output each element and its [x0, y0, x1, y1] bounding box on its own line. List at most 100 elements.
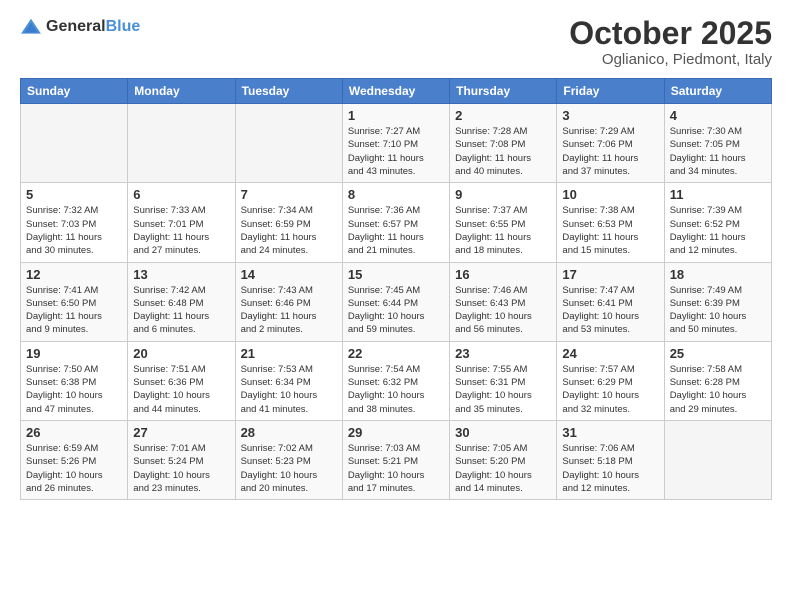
- day-info: Sunrise: 7:45 AM Sunset: 6:44 PM Dayligh…: [348, 284, 444, 337]
- calendar-cell: 16Sunrise: 7:46 AM Sunset: 6:43 PM Dayli…: [450, 262, 557, 341]
- day-number: 19: [26, 346, 122, 361]
- day-info: Sunrise: 6:59 AM Sunset: 5:26 PM Dayligh…: [26, 442, 122, 495]
- day-number: 1: [348, 108, 444, 123]
- day-info: Sunrise: 7:03 AM Sunset: 5:21 PM Dayligh…: [348, 442, 444, 495]
- day-number: 11: [670, 187, 766, 202]
- day-info: Sunrise: 7:54 AM Sunset: 6:32 PM Dayligh…: [348, 363, 444, 416]
- day-number: 25: [670, 346, 766, 361]
- calendar-cell: [21, 104, 128, 183]
- logo-blue: Blue: [106, 18, 141, 35]
- logo-text: GeneralBlue: [46, 18, 140, 36]
- day-info: Sunrise: 7:30 AM Sunset: 7:05 PM Dayligh…: [670, 125, 766, 178]
- day-info: Sunrise: 7:42 AM Sunset: 6:48 PM Dayligh…: [133, 284, 229, 337]
- col-sunday: Sunday: [21, 79, 128, 104]
- calendar-cell: 6 Sunrise: 7:33 AM Sunset: 7:01 PM Daylig…: [128, 183, 235, 262]
- day-info: Sunrise: 7:50 AM Sunset: 6:38 PM Dayligh…: [26, 363, 122, 416]
- day-number: 8: [348, 187, 444, 202]
- day-info: Sunrise: 7:06 AM Sunset: 5:18 PM Dayligh…: [562, 442, 658, 495]
- day-info: Sunrise: 7:36 AM Sunset: 6:57 PM Dayligh…: [348, 204, 444, 257]
- location: Oglianico, Piedmont, Italy: [569, 51, 772, 68]
- calendar-cell: 22 Sunrise: 7:54 AM Sunset: 6:32 PM Dayli…: [342, 341, 449, 420]
- calendar-cell: 27 Sunrise: 7:01 AM Sunset: 5:24 PM Dayli…: [128, 420, 235, 499]
- day-info: Sunrise: 7:01 AM Sunset: 5:24 PM Dayligh…: [133, 442, 229, 495]
- month-title: October 2025: [569, 16, 772, 51]
- calendar-week-2: 12Sunrise: 7:41 AM Sunset: 6:50 PM Dayli…: [21, 262, 772, 341]
- calendar-cell: 13 Sunrise: 7:42 AM Sunset: 6:48 PM Dayli…: [128, 262, 235, 341]
- day-number: 14: [241, 267, 337, 282]
- day-info: Sunrise: 7:39 AM Sunset: 6:52 PM Dayligh…: [670, 204, 766, 257]
- day-info: Sunrise: 7:49 AM Sunset: 6:39 PM Dayligh…: [670, 284, 766, 337]
- calendar-cell: 4Sunrise: 7:30 AM Sunset: 7:05 PM Daylig…: [664, 104, 771, 183]
- col-tuesday: Tuesday: [235, 79, 342, 104]
- calendar-cell: 28 Sunrise: 7:02 AM Sunset: 5:23 PM Dayli…: [235, 420, 342, 499]
- calendar-cell: 12Sunrise: 7:41 AM Sunset: 6:50 PM Dayli…: [21, 262, 128, 341]
- day-number: 7: [241, 187, 337, 202]
- day-number: 30: [455, 425, 551, 440]
- day-number: 29: [348, 425, 444, 440]
- calendar-cell: 26 Sunrise: 6:59 AM Sunset: 5:26 PM Dayli…: [21, 420, 128, 499]
- col-monday: Monday: [128, 79, 235, 104]
- day-number: 21: [241, 346, 337, 361]
- day-info: Sunrise: 7:32 AM Sunset: 7:03 PM Dayligh…: [26, 204, 122, 257]
- calendar-table: Sunday Monday Tuesday Wednesday Thursday…: [20, 78, 772, 500]
- day-info: Sunrise: 7:37 AM Sunset: 6:55 PM Dayligh…: [455, 204, 551, 257]
- calendar-cell: 9 Sunrise: 7:37 AM Sunset: 6:55 PM Daylig…: [450, 183, 557, 262]
- day-number: 20: [133, 346, 229, 361]
- day-info: Sunrise: 7:57 AM Sunset: 6:29 PM Dayligh…: [562, 363, 658, 416]
- calendar-cell: 20 Sunrise: 7:51 AM Sunset: 6:36 PM Dayli…: [128, 341, 235, 420]
- day-info: Sunrise: 7:28 AM Sunset: 7:08 PM Dayligh…: [455, 125, 551, 178]
- logo: GeneralBlue: [20, 16, 140, 38]
- day-info: Sunrise: 7:41 AM Sunset: 6:50 PM Dayligh…: [26, 284, 122, 337]
- logo-icon: [20, 16, 42, 38]
- day-info: Sunrise: 7:29 AM Sunset: 7:06 PM Dayligh…: [562, 125, 658, 178]
- day-info: Sunrise: 7:02 AM Sunset: 5:23 PM Dayligh…: [241, 442, 337, 495]
- day-info: Sunrise: 7:38 AM Sunset: 6:53 PM Dayligh…: [562, 204, 658, 257]
- day-number: 31: [562, 425, 658, 440]
- day-info: Sunrise: 7:58 AM Sunset: 6:28 PM Dayligh…: [670, 363, 766, 416]
- calendar-cell: 29 Sunrise: 7:03 AM Sunset: 5:21 PM Dayli…: [342, 420, 449, 499]
- calendar-cell: 1Sunrise: 7:27 AM Sunset: 7:10 PM Daylig…: [342, 104, 449, 183]
- calendar-cell: [235, 104, 342, 183]
- calendar-week-1: 5Sunrise: 7:32 AM Sunset: 7:03 PM Daylig…: [21, 183, 772, 262]
- day-number: 10: [562, 187, 658, 202]
- day-number: 18: [670, 267, 766, 282]
- calendar-cell: 21 Sunrise: 7:53 AM Sunset: 6:34 PM Dayli…: [235, 341, 342, 420]
- calendar-header-row: Sunday Monday Tuesday Wednesday Thursday…: [21, 79, 772, 104]
- day-number: 13: [133, 267, 229, 282]
- day-info: Sunrise: 7:53 AM Sunset: 6:34 PM Dayligh…: [241, 363, 337, 416]
- calendar-cell: 31 Sunrise: 7:06 AM Sunset: 5:18 PM Dayli…: [557, 420, 664, 499]
- day-number: 22: [348, 346, 444, 361]
- day-number: 6: [133, 187, 229, 202]
- day-number: 2: [455, 108, 551, 123]
- day-number: 23: [455, 346, 551, 361]
- calendar-cell: 10 Sunrise: 7:38 AM Sunset: 6:53 PM Dayli…: [557, 183, 664, 262]
- calendar-cell: 14 Sunrise: 7:43 AM Sunset: 6:46 PM Dayli…: [235, 262, 342, 341]
- calendar-cell: 24Sunrise: 7:57 AM Sunset: 6:29 PM Dayli…: [557, 341, 664, 420]
- calendar-cell: 19 Sunrise: 7:50 AM Sunset: 6:38 PM Dayli…: [21, 341, 128, 420]
- day-info: Sunrise: 7:46 AM Sunset: 6:43 PM Dayligh…: [455, 284, 551, 337]
- day-info: Sunrise: 7:55 AM Sunset: 6:31 PM Dayligh…: [455, 363, 551, 416]
- col-thursday: Thursday: [450, 79, 557, 104]
- day-info: Sunrise: 7:05 AM Sunset: 5:20 PM Dayligh…: [455, 442, 551, 495]
- day-info: Sunrise: 7:43 AM Sunset: 6:46 PM Dayligh…: [241, 284, 337, 337]
- calendar-cell: 3 Sunrise: 7:29 AM Sunset: 7:06 PM Daylig…: [557, 104, 664, 183]
- day-info: Sunrise: 7:33 AM Sunset: 7:01 PM Dayligh…: [133, 204, 229, 257]
- calendar-cell: 5Sunrise: 7:32 AM Sunset: 7:03 PM Daylig…: [21, 183, 128, 262]
- day-number: 3: [562, 108, 658, 123]
- calendar-cell: [664, 420, 771, 499]
- day-number: 9: [455, 187, 551, 202]
- day-info: Sunrise: 7:47 AM Sunset: 6:41 PM Dayligh…: [562, 284, 658, 337]
- calendar-cell: 23 Sunrise: 7:55 AM Sunset: 6:31 PM Dayli…: [450, 341, 557, 420]
- col-friday: Friday: [557, 79, 664, 104]
- calendar-week-3: 19 Sunrise: 7:50 AM Sunset: 6:38 PM Dayli…: [21, 341, 772, 420]
- day-number: 27: [133, 425, 229, 440]
- calendar-cell: 7 Sunrise: 7:34 AM Sunset: 6:59 PM Daylig…: [235, 183, 342, 262]
- day-info: Sunrise: 7:51 AM Sunset: 6:36 PM Dayligh…: [133, 363, 229, 416]
- day-number: 17: [562, 267, 658, 282]
- day-number: 28: [241, 425, 337, 440]
- day-number: 26: [26, 425, 122, 440]
- day-info: Sunrise: 7:34 AM Sunset: 6:59 PM Dayligh…: [241, 204, 337, 257]
- calendar-cell: 2 Sunrise: 7:28 AM Sunset: 7:08 PM Daylig…: [450, 104, 557, 183]
- calendar-cell: 30 Sunrise: 7:05 AM Sunset: 5:20 PM Dayli…: [450, 420, 557, 499]
- col-wednesday: Wednesday: [342, 79, 449, 104]
